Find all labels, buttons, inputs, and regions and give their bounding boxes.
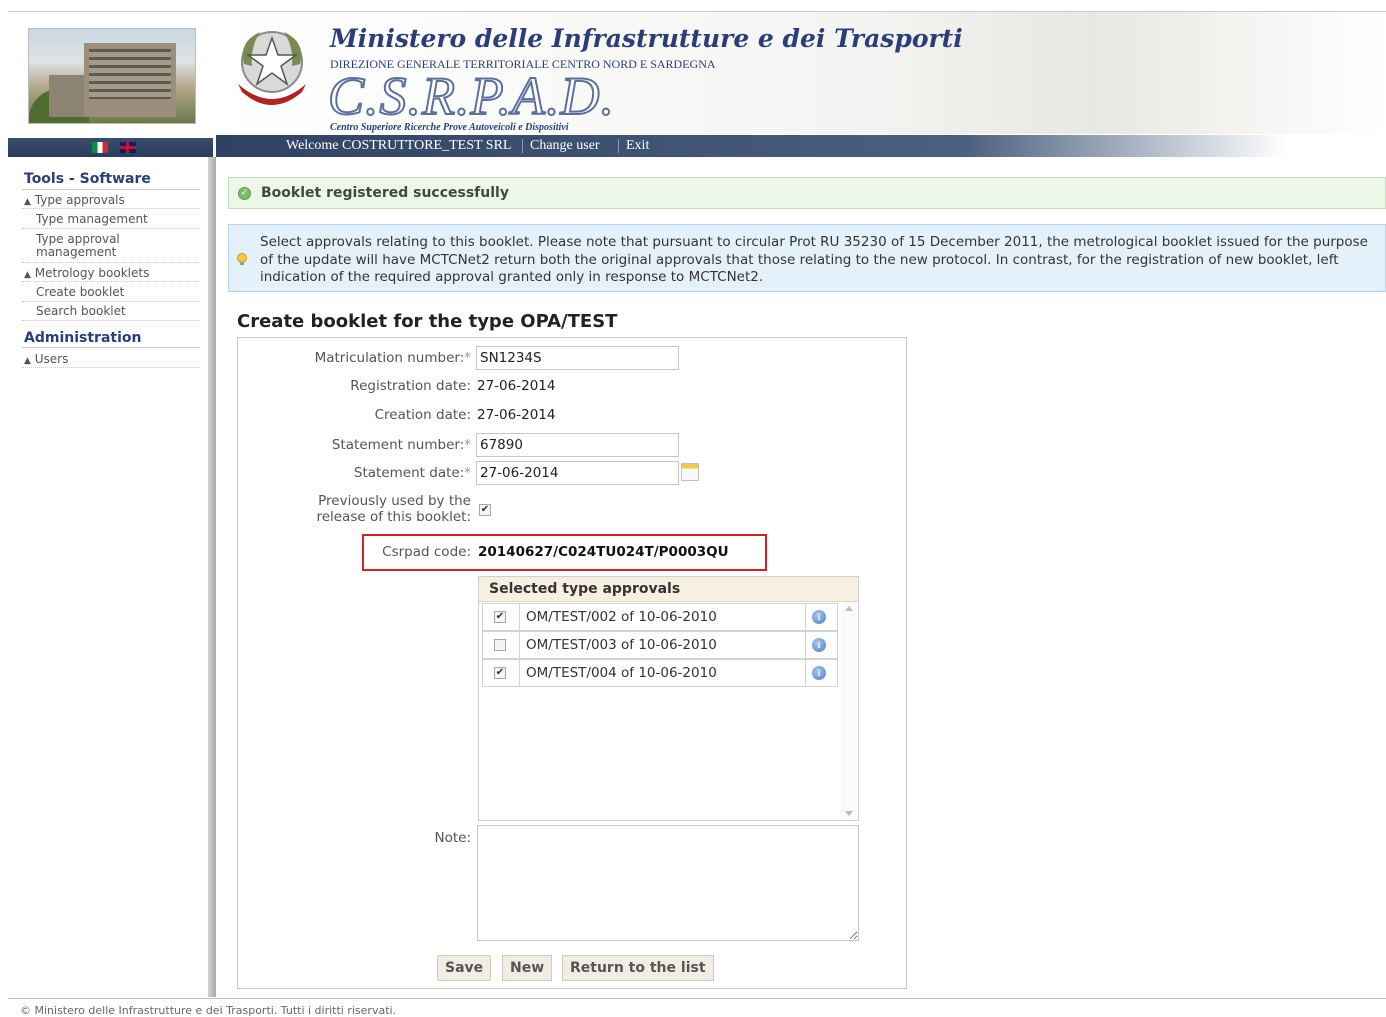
triangle-up-icon: ▲ [24,197,31,207]
sidebar-item-type-approvals[interactable]: ▲ Type approvals [24,193,125,209]
previously-used-checkbox[interactable]: ✔ [479,504,491,516]
scroll-up-icon[interactable] [845,606,853,611]
sidebar-item-label: Metrology booklets [34,266,150,280]
approval-checkbox[interactable] [494,639,506,651]
sidebar-rule [22,347,200,348]
registration-date-label: Registration date: [350,378,471,394]
registration-date-value: 27-06-2014 [477,378,556,394]
nav-separator [522,139,523,153]
csrpad-logo: C.S.R.P.A.D. [327,65,616,127]
approval-row: ✔ OM/TEST/004 of 10-06-2010 i [482,659,838,687]
success-message: ✓ Booklet registered successfully [228,177,1386,209]
csrpad-code-label: Csrpad code: [382,544,471,560]
approval-checkbox[interactable]: ✔ [494,611,506,623]
csrpad-code-value: 20140627/C024TU024T/P0003QU [478,544,729,560]
approval-name: OM/TEST/004 of 10-06-2010 [526,665,717,681]
sidebar-divider [22,228,200,229]
triangle-up-icon: ▲ [24,270,31,280]
italian-republic-emblem-icon [238,31,306,105]
centro-subtitle: Centro Superiore Ricerche Prove Autoveic… [330,122,569,133]
exit-link[interactable]: Exit [626,138,649,154]
info-message: Select approvals relating to this bookle… [228,224,1386,292]
scroll-down-icon[interactable] [845,811,853,816]
sidebar-divider [22,262,200,263]
change-user-link[interactable]: Change user [530,138,600,154]
matriculation-number-input[interactable] [476,346,679,370]
language-bar [8,138,213,157]
statement-date-label: Statement date:* [353,465,471,481]
approval-checkbox[interactable]: ✔ [494,667,506,679]
new-button[interactable]: New [502,955,553,981]
sidebar-item-create-booklet[interactable]: Create booklet [36,286,124,299]
note-textarea[interactable] [477,825,859,941]
matriculation-label: Matriculation number:* [314,350,471,366]
creation-date-value: 27-06-2014 [477,407,556,423]
sidebar-section-tools: Tools - Software [24,171,151,187]
top-nav-bar: Welcome COSTRUTTORE_TEST SRL Change user… [216,135,1286,157]
return-to-list-button[interactable]: Return to the list [562,955,714,981]
info-icon[interactable]: i [812,638,826,652]
approval-row: ✔ OM/TEST/002 of 10-06-2010 i [482,603,838,631]
approval-name: OM/TEST/002 of 10-06-2010 [526,609,717,625]
sidebar-rule [22,189,200,190]
info-icon[interactable]: i [812,610,826,624]
triangle-up-icon: ▲ [24,356,31,366]
check-circle-icon: ✓ [238,187,251,200]
approvals-header: Selected type approvals [479,577,858,602]
nav-separator [618,139,619,153]
creation-date-label: Creation date: [374,407,471,423]
footer-divider [8,998,1386,999]
success-text: Booklet registered successfully [261,185,509,201]
sidebar-item-label: Users [34,352,69,366]
sidebar-right-border [208,157,216,997]
building-photo [28,28,196,124]
sidebar-divider [22,301,200,302]
welcome-text: Welcome COSTRUTTORE_TEST SRL [286,138,512,153]
sidebar-section-administration: Administration [24,330,142,346]
note-label: Note: [434,830,471,846]
sidebar-item-users[interactable]: ▲ Users [24,352,68,368]
footer-copyright: © Ministero delle Infrastrutture e dei T… [20,1004,397,1017]
approvals-header-text: Selected type approvals [489,581,681,597]
sidebar-item-search-booklet[interactable]: Search booklet [36,305,126,318]
sidebar-divider [22,208,200,209]
sidebar-divider [22,320,200,321]
calendar-icon[interactable] [681,463,699,481]
approval-name: OM/TEST/003 of 10-06-2010 [526,637,717,653]
statement-date-input[interactable] [476,461,679,485]
sidebar-item-type-management[interactable]: Type management [36,213,148,226]
italian-flag-icon[interactable] [92,142,108,153]
info-icon[interactable]: i [812,666,826,680]
sidebar [8,157,213,997]
statement-number-label: Statement number:* [331,437,471,453]
previously-used-label: Previously used by the release of this bo… [316,493,471,525]
save-button[interactable]: Save [437,955,492,981]
ministry-title: Ministero delle Infrastrutture e dei Tra… [330,24,963,53]
sidebar-item-type-approval-management[interactable]: Type approval management [36,233,156,259]
statement-number-input[interactable] [476,433,679,457]
lightbulb-icon [237,253,247,265]
approval-row: OM/TEST/003 of 10-06-2010 i [482,631,838,659]
approvals-scrollbar[interactable] [841,602,857,820]
sidebar-item-metrology-booklets[interactable]: ▲ Metrology booklets [24,266,149,282]
info-text: Select approvals relating to this bookle… [260,234,1368,285]
form-title: Create booklet for the type OPA/TEST [237,311,618,332]
english-flag-icon[interactable] [120,142,136,153]
approvals-panel: Selected type approvals ✔ OM/TEST/002 of… [478,576,859,821]
sidebar-item-label: Type approvals [34,193,125,207]
sidebar-divider [22,281,200,282]
sidebar-divider [22,367,200,368]
